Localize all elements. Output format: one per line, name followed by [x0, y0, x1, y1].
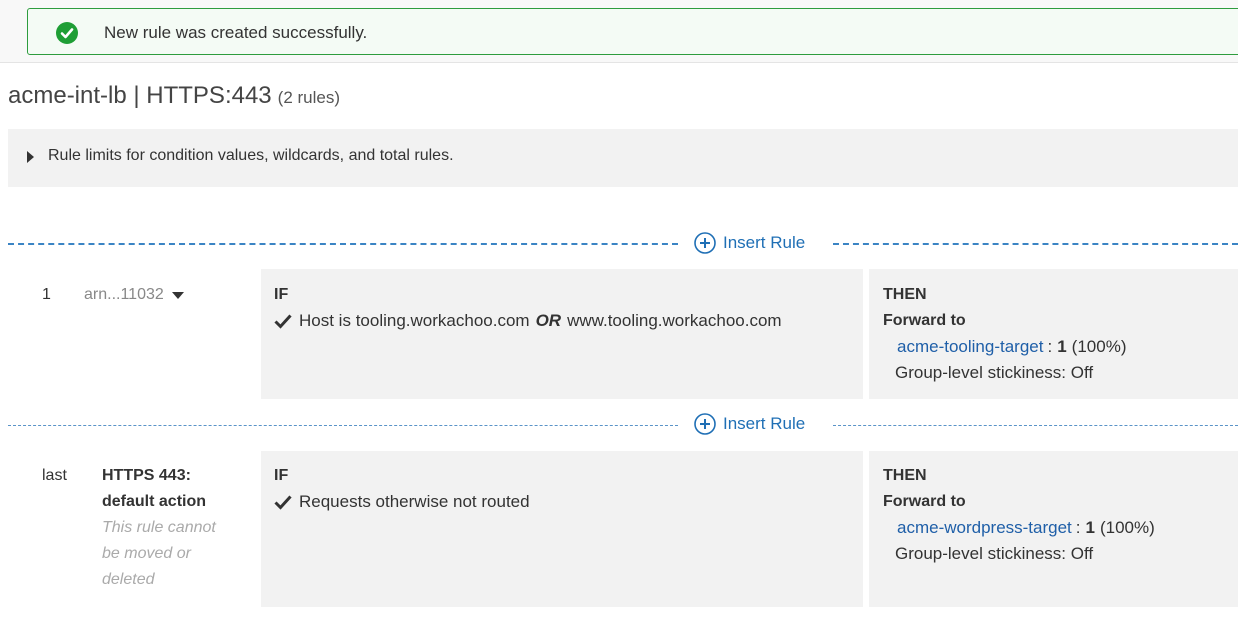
- host-condition: Host is tooling.workachoo.com OR www.tooli…: [274, 308, 782, 334]
- rule-if-panel: IF Requests otherwise not routed: [261, 451, 863, 607]
- insert-rule-button[interactable]: Insert Rule: [694, 232, 805, 254]
- rule-arn: arn...11032: [84, 286, 164, 303]
- insert-separator-right: [833, 425, 1238, 426]
- target-group-line: acme-tooling-target:1 (100%): [897, 334, 1126, 360]
- insert-rule-label: Insert Rule: [723, 414, 806, 433]
- then-label: THEN: [883, 467, 927, 484]
- rule-arn-dropdown[interactable]: arn...11032: [84, 286, 184, 304]
- default-action-title: HTTPS 443: default action: [102, 463, 206, 515]
- checkmark-icon: [274, 314, 292, 329]
- target-weight: 1: [1057, 337, 1067, 356]
- then-label: THEN: [883, 286, 927, 303]
- default-condition: Requests otherwise not routed: [274, 489, 530, 515]
- checkmark-icon: [274, 495, 292, 510]
- rule-if-panel: IF Host is tooling.workachoo.com OR www.to…: [261, 269, 863, 399]
- page: New rule was created successfully. acme-…: [0, 0, 1238, 623]
- target-group-link[interactable]: acme-tooling-target: [897, 334, 1043, 360]
- listener-title: acme-int-lb | HTTPS:443: [8, 82, 272, 109]
- notification-area: New rule was created successfully.: [0, 0, 1238, 63]
- default-action-name: default action: [102, 493, 207, 510]
- condition-value: tooling.workachoo.com: [355, 311, 530, 330]
- action-label: Forward to: [883, 493, 966, 510]
- insert-rule-button[interactable]: Insert Rule: [694, 413, 805, 435]
- insert-separator-left: [8, 243, 678, 245]
- rule-then-panel: THEN Forward to acme-tooling-target:1 (10…: [869, 269, 1238, 399]
- plus-circle-icon: [694, 232, 716, 254]
- check-circle-icon: [56, 22, 78, 44]
- rule-limits-label: Rule limits for condition values, wildca…: [48, 147, 454, 164]
- caret-down-icon: [171, 291, 184, 299]
- target-group-line: acme-wordpress-target:1 (100%): [897, 515, 1155, 541]
- note-line: deleted: [102, 571, 155, 588]
- rule-then-panel: THEN Forward to acme-wordpress-target:1(…: [869, 451, 1238, 607]
- rule-count: (2 rules): [277, 88, 341, 107]
- plus-circle-icon: [694, 413, 716, 435]
- target-percent: (100%): [1099, 518, 1155, 537]
- action-label: Forward to: [883, 312, 966, 329]
- success-flash: New rule was created successfully.: [27, 8, 1238, 55]
- target-weight: 1: [1085, 518, 1095, 537]
- note-line: be moved or: [102, 545, 191, 562]
- stickiness: Group-level stickiness: Off: [895, 363, 1094, 382]
- or-keyword: OR: [535, 311, 562, 330]
- if-label: IF: [274, 467, 289, 484]
- insert-separator-left: [8, 425, 678, 426]
- rule-number: last: [42, 467, 67, 484]
- condition-text: Requests otherwise not routed: [299, 492, 530, 511]
- caret-right-icon: [27, 151, 34, 163]
- flash-message: New rule was created successfully.: [104, 23, 368, 42]
- rule-number: 1: [42, 286, 51, 303]
- default-action-name: HTTPS 443:: [102, 467, 191, 484]
- rule-limits-expander[interactable]: Rule limits for condition values, wildca…: [8, 129, 1238, 187]
- target-percent: (100%): [1071, 337, 1127, 356]
- if-label: IF: [274, 286, 289, 303]
- page-title: acme-int-lb | HTTPS:443 (2 rules): [8, 80, 340, 114]
- insert-rule-label: Insert Rule: [723, 233, 806, 252]
- condition-value: www.tooling.workachoo.com: [567, 311, 782, 330]
- condition-prefix: Host is: [299, 311, 351, 330]
- stickiness: Group-level stickiness: Off: [895, 544, 1094, 563]
- target-group-link[interactable]: acme-wordpress-target: [897, 515, 1072, 541]
- note-line: This rule cannot: [102, 519, 216, 536]
- insert-separator-right: [833, 243, 1238, 245]
- default-action-note: This rule cannot be moved or deleted: [102, 515, 216, 593]
